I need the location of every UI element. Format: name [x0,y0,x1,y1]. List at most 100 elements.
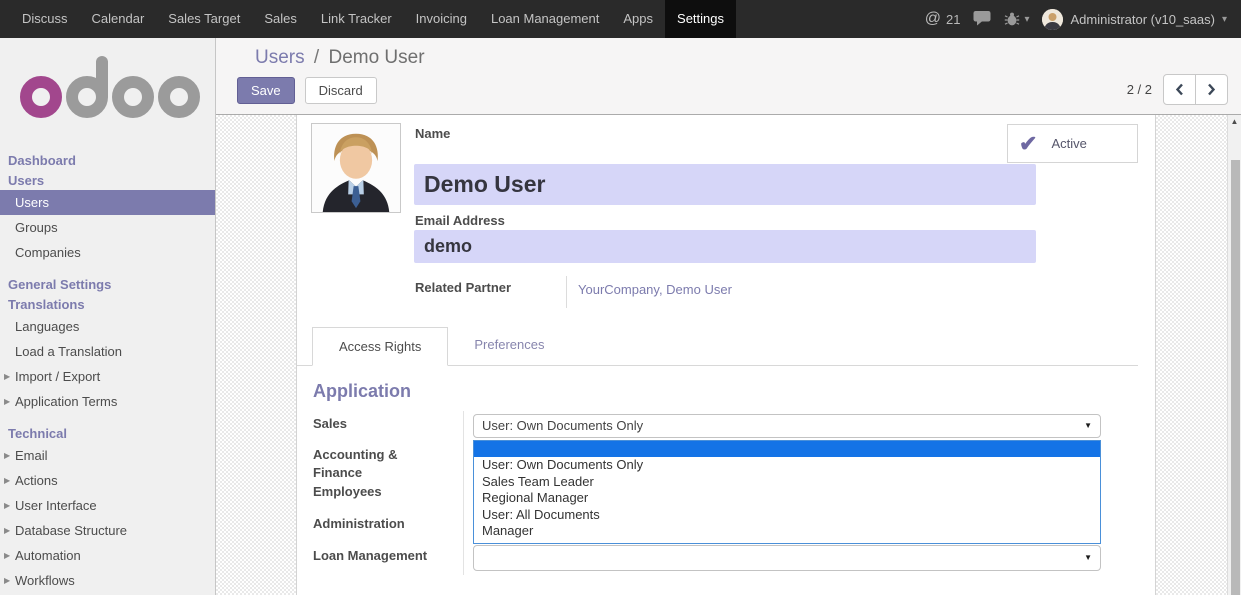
sales-access-selected-value: User: Own Documents Only [474,418,643,433]
related-partner-link[interactable]: YourCompany, Demo User [578,282,732,297]
bug-icon [1004,11,1020,27]
tab-access-rights[interactable]: Access Rights [312,327,448,366]
expand-arrow-icon: ▶ [4,468,10,493]
pager-previous-button[interactable] [1163,74,1196,105]
breadcrumb-parent-link[interactable]: Users [255,47,305,68]
loan-management-selected-value [474,550,482,565]
sidebar-item-languages[interactable]: Languages [0,314,215,339]
sidebar-header-general-settings[interactable]: General Settings [0,274,215,294]
pager-counter: 2 / 2 [1127,82,1152,97]
dropdown-option-manager[interactable]: Manager [474,523,1100,540]
label-field-divider [463,411,464,575]
select-arrow-icon: ▼ [1084,546,1092,570]
scrollbar-thumb[interactable] [1231,160,1240,595]
form-buttons: Save Discard [237,77,377,104]
discard-button[interactable]: Discard [305,77,377,104]
expand-arrow-icon: ▶ [4,518,10,543]
sidebar-item-database-structure[interactable]: ▶Database Structure [0,518,215,543]
sidebar-menu: DashboardUsersUsersGroupsCompaniesGenera… [0,150,215,595]
mentions-counter[interactable]: @ 21 [925,10,961,28]
active-checkbox[interactable]: ✔ Active [1007,124,1138,163]
sidebar-item-groups[interactable]: Groups [0,215,215,240]
dropdown-option-user-own-documents-only[interactable]: User: Own Documents Only [474,457,1100,474]
sidebar-item-user-interface[interactable]: ▶User Interface [0,493,215,518]
expand-arrow-icon: ▶ [4,568,10,593]
sidebar-item-email[interactable]: ▶Email [0,443,215,468]
odoo-app-window: DiscussCalendarSales TargetSalesLink Tra… [0,0,1241,595]
topbar-menu-settings[interactable]: Settings [665,0,736,38]
notebook-tabs: Access Rights Preferences [297,327,1138,366]
sidebar-item-users[interactable]: Users [0,190,215,215]
form-sheet: Name Demo User Email Address demo Relate… [296,115,1156,595]
active-label: Active [1051,136,1086,151]
expand-arrow-icon: ▶ [4,493,10,518]
administration-field-label: Administration [313,515,453,533]
sales-field-label: Sales [313,415,453,433]
topbar-menu-list: DiscussCalendarSales TargetSalesLink Tra… [0,0,736,38]
topbar-menu-link-tracker[interactable]: Link Tracker [309,0,404,38]
sidebar-header-technical[interactable]: Technical [0,423,215,443]
email-field-label: Email Address [415,213,505,228]
breadcrumb-current: Demo User [328,47,424,68]
expand-arrow-icon: ▶ [4,364,10,389]
save-button[interactable]: Save [237,77,295,104]
user-menu[interactable]: Administrator (v10_saas) ▾ [1042,9,1227,30]
sidebar-item-load-a-translation[interactable]: Load a Translation [0,339,215,364]
sidebar-item-import-export[interactable]: ▶Import / Export [0,364,215,389]
chevron-down-icon: ▾ [1222,14,1227,25]
sidebar-item-actions[interactable]: ▶Actions [0,468,215,493]
sales-access-select[interactable]: User: Own Documents Only ▼ [473,414,1101,438]
messages-icon[interactable] [973,10,991,29]
user-label: Administrator (v10_saas) [1070,12,1215,27]
user-avatar [1042,9,1063,30]
related-partner-label: Related Partner [415,280,511,295]
top-navbar: DiscussCalendarSales TargetSalesLink Tra… [0,0,1241,38]
tab-preferences[interactable]: Preferences [448,326,570,365]
vertical-scrollbar[interactable]: ▲ [1227,115,1241,595]
odoo-logo [20,62,200,120]
sidebar-item-companies[interactable]: Companies [0,240,215,265]
user-photo[interactable] [311,123,401,213]
sidebar-header-translations[interactable]: Translations [0,294,215,314]
topbar-menu-discuss[interactable]: Discuss [10,0,80,38]
debug-menu[interactable]: ▾ [1004,11,1029,27]
expand-arrow-icon: ▶ [4,543,10,568]
topbar-menu-calendar[interactable]: Calendar [80,0,157,38]
dropdown-option-regional-manager[interactable]: Regional Manager [474,490,1100,507]
topbar-right-tools: @ 21 ▾ Administrator [925,9,1241,30]
scroll-up-arrow[interactable]: ▲ [1228,117,1241,126]
topbar-menu-sales-target[interactable]: Sales Target [156,0,252,38]
topbar-menu-invoicing[interactable]: Invoicing [404,0,479,38]
dropdown-option-sales-team-leader[interactable]: Sales Team Leader [474,474,1100,491]
topbar-menu-apps[interactable]: Apps [611,0,665,38]
checkmark-icon: ✔ [1019,133,1037,155]
sidebar-header-dashboard[interactable]: Dashboard [0,150,215,170]
expand-arrow-icon: ▶ [4,443,10,468]
sales-access-dropdown-list: User: Own Documents OnlySales Team Leade… [473,440,1101,544]
topbar-menu-loan-management[interactable]: Loan Management [479,0,611,38]
email-input[interactable]: demo [414,230,1036,263]
sidebar-item-application-terms[interactable]: ▶Application Terms [0,389,215,414]
dropdown-option-blank[interactable] [474,441,1100,457]
chevron-down-icon: ▾ [1024,14,1029,25]
expand-arrow-icon: ▶ [4,389,10,414]
app-sidebar: DashboardUsersUsersGroupsCompaniesGenera… [0,38,216,595]
name-input[interactable]: Demo User [414,164,1036,205]
name-field-label: Name [415,126,450,141]
sidebar-item-automation[interactable]: ▶Automation [0,543,215,568]
chevron-right-icon [1207,83,1216,96]
select-arrow-icon: ▼ [1084,415,1092,437]
sidebar-item-workflows[interactable]: ▶Workflows [0,568,215,593]
sidebar-header-users[interactable]: Users [0,170,215,190]
loan-management-select[interactable]: ▼ [473,545,1101,571]
form-view-background: Name Demo User Email Address demo Relate… [216,115,1227,595]
breadcrumb-separator: / [310,47,323,68]
employees-field-label: Employees [313,483,453,501]
dropdown-option-user-all-documents[interactable]: User: All Documents [474,507,1100,524]
accounting-finance-field-label: Accounting & Finance [313,446,418,482]
chevron-left-icon [1175,83,1184,96]
application-section-heading: Application [313,381,411,402]
control-panel: Users / Demo User Save Discard 2 / 2 [216,38,1241,115]
topbar-menu-sales[interactable]: Sales [252,0,309,38]
pager-next-button[interactable] [1195,74,1228,105]
